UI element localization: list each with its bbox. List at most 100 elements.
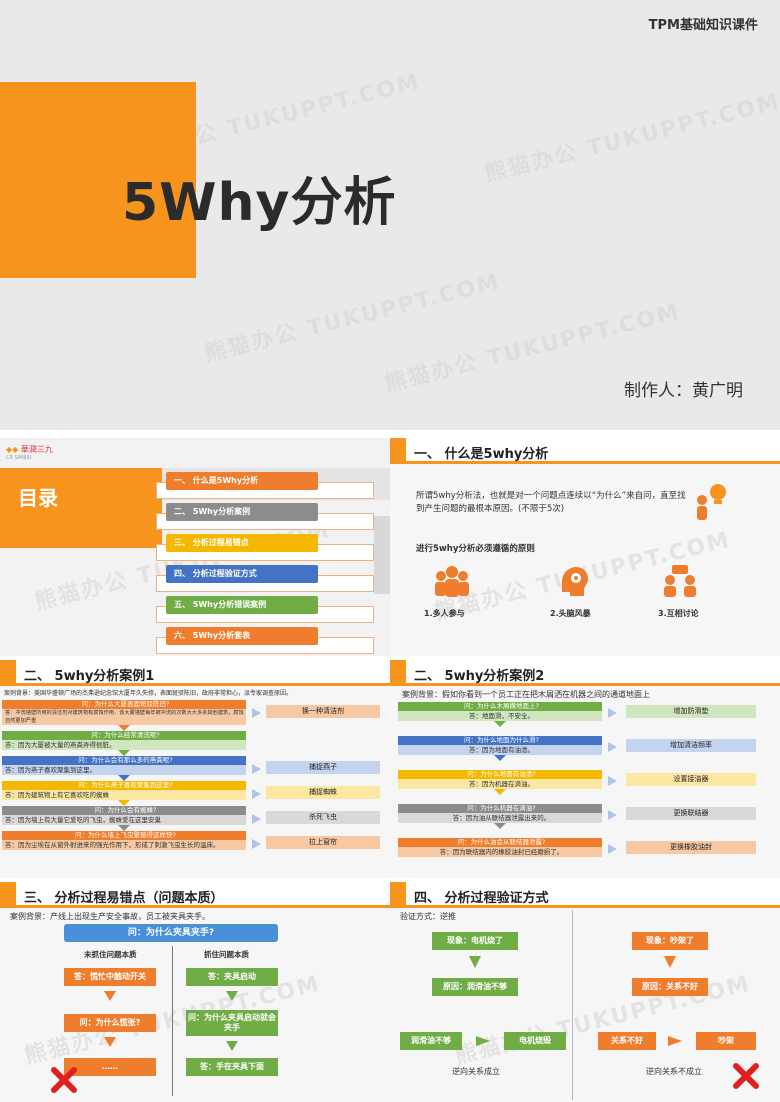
- why-question: 问：为什么木屑撒地面上?: [398, 702, 602, 711]
- principle-label: 2.头脑风暴: [550, 609, 591, 618]
- right-arrow: [608, 708, 617, 718]
- action-tag: 更换橡胶油封: [626, 841, 756, 854]
- case-background: 案例背景：产线上出现生产安全事故，员工被夹具夹手。: [10, 912, 210, 921]
- why-answer: 答：因为油从联结器泄露出来的。: [398, 813, 602, 823]
- case-background: 案例背景：美国华盛顿广场的杰弗逊纪念馆大厦年久失修，表面斑驳陈旧，政府非常担心，…: [4, 690, 293, 697]
- why-question: 问：为什么地面有油渍?: [398, 770, 602, 779]
- toc-item[interactable]: 五、 5Why分析错误案例: [166, 596, 318, 614]
- down-arrow: [664, 956, 676, 968]
- why-question: 问：为什么燕子喜欢聚集到这里?: [2, 781, 246, 790]
- answer-box: 答：夹具启动: [186, 968, 278, 986]
- why-answer: 答：因为建筑物上有它喜欢吃的蜘蛛: [2, 790, 246, 800]
- team-icon: [434, 564, 470, 598]
- header-tab: [390, 882, 406, 908]
- phenomenon-box: 现象：电机烧了: [432, 932, 518, 950]
- right-arrow: [252, 764, 261, 774]
- what-slide: 一、 什么是5why分析 熊猫办公 TUKUPPT.COM 所谓5why分析法，…: [390, 438, 780, 656]
- why-answer: 答：因为燕子喜欢聚集到这里。: [2, 765, 246, 775]
- why-answer: 答：地面滑，不安全。: [398, 711, 602, 721]
- right-arrow: [608, 742, 617, 752]
- right-head: 抓住问题本质: [204, 950, 249, 959]
- principle-label: 1.多人参与: [424, 609, 465, 618]
- answer-box: 答：慌忙中触动开关: [64, 968, 156, 986]
- why-question: 问：为什么地面为什么滑?: [398, 736, 602, 745]
- toc-item[interactable]: 二、 5Why分析案例: [166, 503, 318, 521]
- why-answer: 答：冲洗墙壁所用的清洁剂对建筑物有腐蚀作用，该大厦墙壁每年被冲洗的次数大大多余其…: [2, 709, 246, 725]
- principle-label: 3.互相讨论: [658, 609, 699, 618]
- from-box: 润滑油不够: [400, 1032, 462, 1050]
- principle-title: 进行5why分析必须遵循的原则: [416, 544, 535, 554]
- discussion-icon: [662, 564, 698, 598]
- down-arrow: [494, 755, 506, 761]
- why-question: 问：为什么机器在滴油?: [398, 804, 602, 813]
- case2-slide: 二、 5why分析案例2 案例背景：假如你看到一个员工正在把木屑洒在机器之间的通…: [390, 660, 780, 878]
- from-box: 关系不好: [598, 1032, 656, 1050]
- logo-sub: CR SANJIU: [6, 455, 32, 461]
- right-arrow: [252, 789, 261, 799]
- why-question: 问：为什么经常清洗呢?: [2, 731, 246, 740]
- header-tab: [390, 438, 406, 464]
- toc-side-stripe: [374, 516, 390, 594]
- action-tag: 增加清洁频率: [626, 739, 756, 752]
- toc-item[interactable]: 六、 5Why分析套表: [166, 627, 318, 645]
- right-arrow: [608, 776, 617, 786]
- down-arrow: [104, 1037, 116, 1047]
- phenomenon-box: 现象：吵架了: [632, 932, 708, 950]
- action-tag: 更换联结器: [626, 807, 756, 820]
- right-arrow: [608, 844, 617, 854]
- case-background: 案例背景：假如你看到一个员工正在把木屑洒在机器之间的通道地面上: [402, 690, 650, 699]
- toc-item[interactable]: 四、 分析过程验证方式: [166, 565, 318, 583]
- logo-icon: ◆◆: [6, 445, 19, 454]
- wrong-x-icon: [732, 1062, 760, 1090]
- header-tab: [0, 660, 16, 686]
- why-answer: 答：因为尘埃在从窗外射进来的强光作用下，形成了刺激飞虫生长的温床。: [2, 840, 246, 850]
- down-arrow: [469, 956, 481, 968]
- case1-slide: 二、 5why分析案例1 案例背景：美国华盛顿广场的杰弗逊纪念馆大厦年久失修，表…: [0, 660, 390, 878]
- cause-box: 原因：关系不好: [632, 978, 708, 996]
- action-tag: 捕捉燕子: [266, 761, 380, 774]
- slide-title: 三、 分析过程易错点（问题本质）: [24, 891, 224, 906]
- caption: 逆向关系不成立: [646, 1067, 702, 1076]
- down-arrow: [494, 789, 506, 795]
- right-arrow: [608, 810, 617, 820]
- action-tag: 增加防滑垫: [626, 705, 756, 718]
- slide-title: 二、 5why分析案例1: [24, 669, 155, 684]
- down-arrow: [494, 823, 506, 829]
- why-question: 问：为什么大厦表面斑驳陈旧?: [2, 700, 246, 709]
- why-question: 问：为什么会有蜘蛛?: [2, 806, 246, 815]
- action-tag: 换一种清洁剂: [266, 705, 380, 718]
- errors-slide: 三、 分析过程易错点（问题本质） 熊猫办公 TUKUPPT.COM 案例背景：产…: [0, 882, 390, 1102]
- cover-top-label: TPM基础知识课件: [648, 18, 758, 33]
- logo: ◆◆ 華潤三九 CR SANJIU: [6, 444, 53, 461]
- cover-slide: 熊猫办公 TUKUPPT.COM 熊猫办公 TUKUPPT.COM 熊猫办公 T…: [0, 0, 780, 430]
- toc-item[interactable]: 一、 什么是5Why分析: [166, 472, 318, 490]
- action-tag: 捕捉蜘蛛: [266, 786, 380, 799]
- idea-icon: [690, 482, 734, 522]
- toc-item[interactable]: 三、 分析过程易错点: [166, 534, 318, 552]
- definition-text: 所谓5why分析法，也就是对一个问题点连续以“为什么”来自问，直至找到产生问题的…: [416, 491, 686, 514]
- question-box: 问：为什么慌张?: [64, 1014, 156, 1032]
- cover-author: 制作人：黄广明: [624, 381, 743, 401]
- down-arrow: [494, 721, 506, 727]
- right-arrow: [252, 839, 261, 849]
- divider-line: [572, 910, 573, 1100]
- down-arrow: [104, 991, 116, 1001]
- right-arrow: [252, 814, 261, 824]
- why-answer: 答：因为机器在滴油。: [398, 779, 602, 789]
- question-box: 问：为什么夹具夹手?: [64, 924, 278, 942]
- slide-title: 四、 分析过程验证方式: [414, 891, 549, 906]
- cause-box: 原因：润滑油不够: [432, 978, 518, 996]
- down-arrow: [226, 1041, 238, 1051]
- toc-slide: 熊猫办公 TUKUPPT.COM ◆◆ 華潤三九 CR SANJIU 目录 一、…: [0, 438, 390, 656]
- action-tag: 拉上窗帘: [266, 836, 380, 849]
- action-tag: 杀死飞虫: [266, 811, 380, 824]
- answer-box: 答：手在夹具下面: [186, 1058, 278, 1076]
- verify-slide: 四、 分析过程验证方式 熊猫办公 TUKUPPT.COM 验证方式：逆推 现象：…: [390, 882, 780, 1102]
- right-arrow: [476, 1036, 490, 1046]
- cover-title: 5Why分析: [122, 173, 397, 233]
- right-arrow: [668, 1036, 682, 1046]
- wrong-x-icon: [50, 1066, 78, 1094]
- why-answer: 答：因为大厦被大量的燕粪弄得很脏。: [2, 740, 246, 750]
- why-question: 问：为什么会有那么多的燕粪呢?: [2, 756, 246, 765]
- method-text: 验证方式：逆推: [400, 912, 456, 921]
